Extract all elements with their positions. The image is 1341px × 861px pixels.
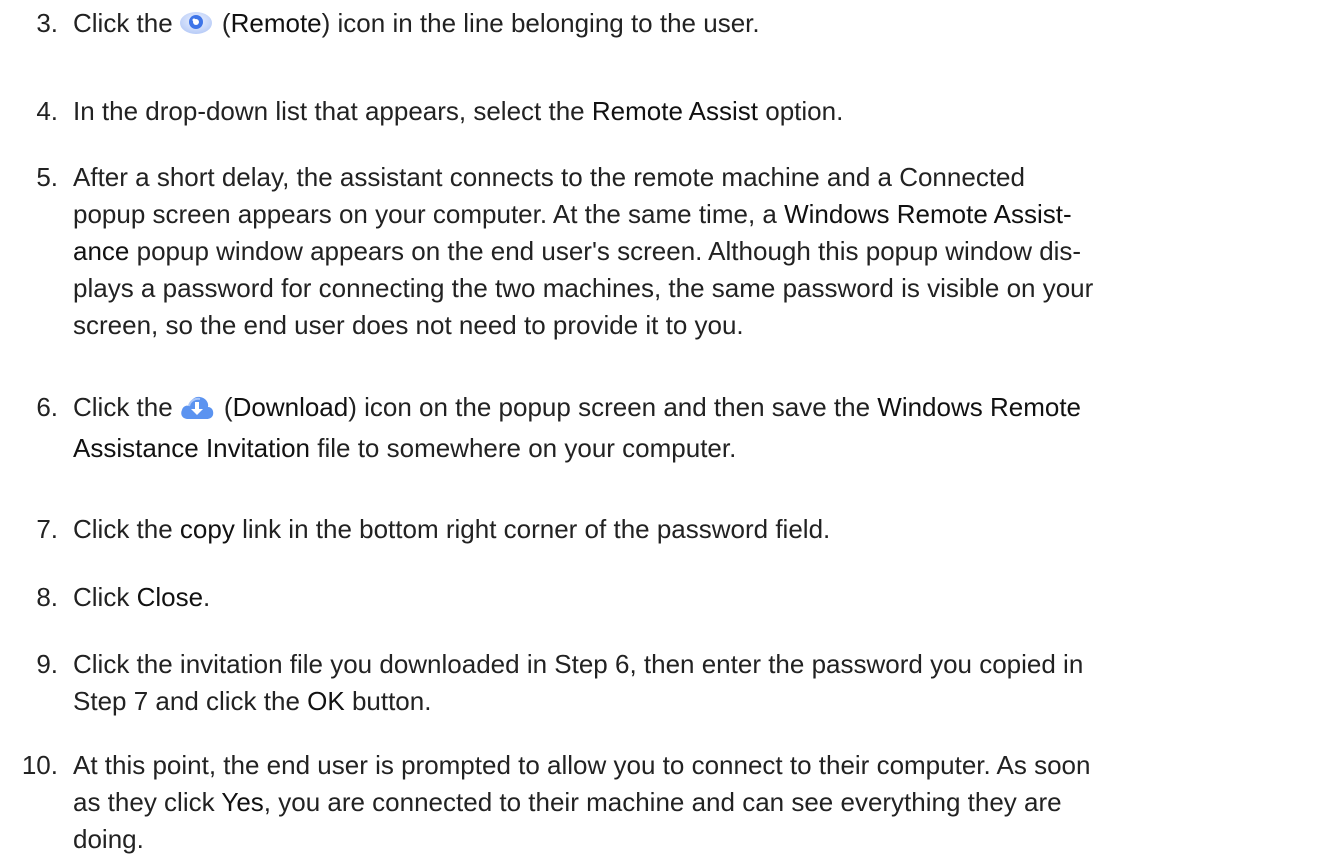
text-line: Click the (Download) icon on the popup s… [73, 389, 1335, 430]
cloud-download-icon [179, 393, 215, 430]
text-line: In the drop-down list that appears, sele… [73, 96, 844, 126]
text-line: doing. [73, 824, 144, 854]
text-line: Step 7 and click the OK button. [73, 686, 432, 716]
step-number: 6. [36, 392, 58, 422]
step-text: In the drop-down list that appears, sele… [73, 93, 1335, 130]
step-text: Click the invitation file you downloaded… [73, 646, 1335, 720]
step-number: 3. [36, 8, 58, 38]
step-text: After a short delay, the assistant conne… [73, 159, 1335, 344]
step-text: Click the (Remote) icon in the line belo… [73, 5, 1335, 46]
step-number: 9. [36, 649, 58, 679]
text-line: Click the copy link in the bottom right … [73, 514, 831, 544]
step-number: 5. [36, 162, 58, 192]
step-number: 4. [36, 96, 58, 126]
text-line: Click the invitation file you downloaded… [73, 649, 1084, 679]
step-text: Click the copy link in the bottom right … [73, 511, 1335, 548]
step-number: 7. [36, 514, 58, 544]
text-line: After a short delay, the assistant conne… [73, 162, 1025, 192]
remote-eye-icon [179, 9, 213, 46]
text-line: plays a password for connecting the two … [73, 273, 1094, 303]
step-text: Click Close. [73, 579, 1335, 616]
instruction-list: 3. Click the (Remote) icon in the line b… [0, 0, 1341, 861]
text-line: Click Close. [73, 582, 211, 612]
step-number: 8. [36, 582, 58, 612]
text-line: Click the (Remote) icon in the line belo… [73, 5, 1335, 46]
text-line: popup screen appears on your computer. A… [73, 199, 1072, 229]
text-line: screen, so the end user does not need to… [73, 310, 744, 340]
text-line: ance popup window appears on the end use… [73, 236, 1082, 266]
step-text: Click the (Download) icon on the popup s… [73, 389, 1335, 467]
step-number: 10. [21, 750, 58, 780]
text-line: as they click Yes, you are connected to … [73, 787, 1062, 817]
text-line: At this point, the end user is prompted … [73, 750, 1091, 780]
text-line: Assistance Invitation file to somewhere … [73, 433, 737, 463]
step-text: At this point, the end user is prompted … [73, 747, 1335, 858]
